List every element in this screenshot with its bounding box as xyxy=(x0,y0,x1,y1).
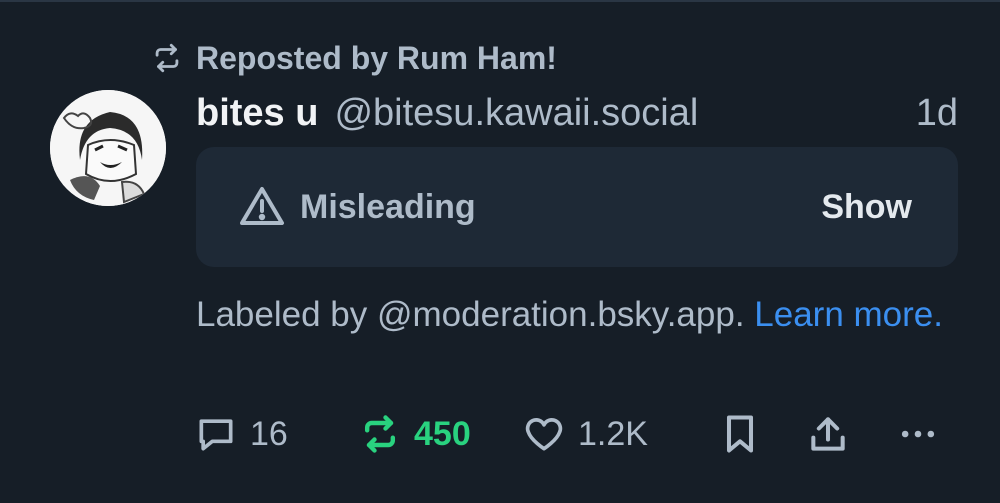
share-button[interactable] xyxy=(806,405,850,463)
repost-count: 450 xyxy=(414,414,471,453)
reply-count: 16 xyxy=(250,414,288,453)
heart-icon xyxy=(525,418,563,451)
like-button[interactable]: 1.2K xyxy=(522,405,648,463)
moderation-note-text: Labeled by @moderation.bsky.app. xyxy=(196,295,755,334)
bookmark-button[interactable] xyxy=(718,405,762,463)
show-content-button[interactable]: Show xyxy=(821,188,912,227)
repost-icon xyxy=(155,43,179,73)
repost-banner-text: Reposted by Rum Ham! xyxy=(196,39,557,76)
more-options-button[interactable] xyxy=(896,405,940,463)
like-count: 1.2K xyxy=(578,414,648,453)
post-timestamp[interactable]: 1d xyxy=(916,92,958,135)
top-divider xyxy=(0,0,1000,2)
moderation-note: Labeled by @moderation.bsky.app. Learn m… xyxy=(196,292,956,338)
post-actions: 16 450 1.2K xyxy=(0,405,1000,463)
share-icon xyxy=(811,417,845,451)
author-handle[interactable]: @bitesu.kawaii.social xyxy=(334,92,698,135)
reply-button[interactable]: 16 xyxy=(194,405,288,463)
repost-banner[interactable]: Reposted by Rum Ham! xyxy=(150,36,557,80)
reply-icon xyxy=(199,419,233,451)
repost-button[interactable]: 450 xyxy=(358,405,471,463)
author-display-name[interactable]: bites u xyxy=(196,92,318,135)
avatar[interactable] xyxy=(50,90,166,206)
post-header: bites u @bitesu.kawaii.social 1d xyxy=(196,88,958,138)
bookmark-icon xyxy=(726,415,754,453)
learn-more-link[interactable]: Learn more. xyxy=(754,295,943,334)
content-warning-box[interactable]: Misleading Show xyxy=(196,147,958,267)
warning-icon xyxy=(240,187,284,225)
content-warning-label: Misleading xyxy=(300,187,476,226)
more-icon xyxy=(901,430,935,438)
repost-icon xyxy=(364,415,396,453)
